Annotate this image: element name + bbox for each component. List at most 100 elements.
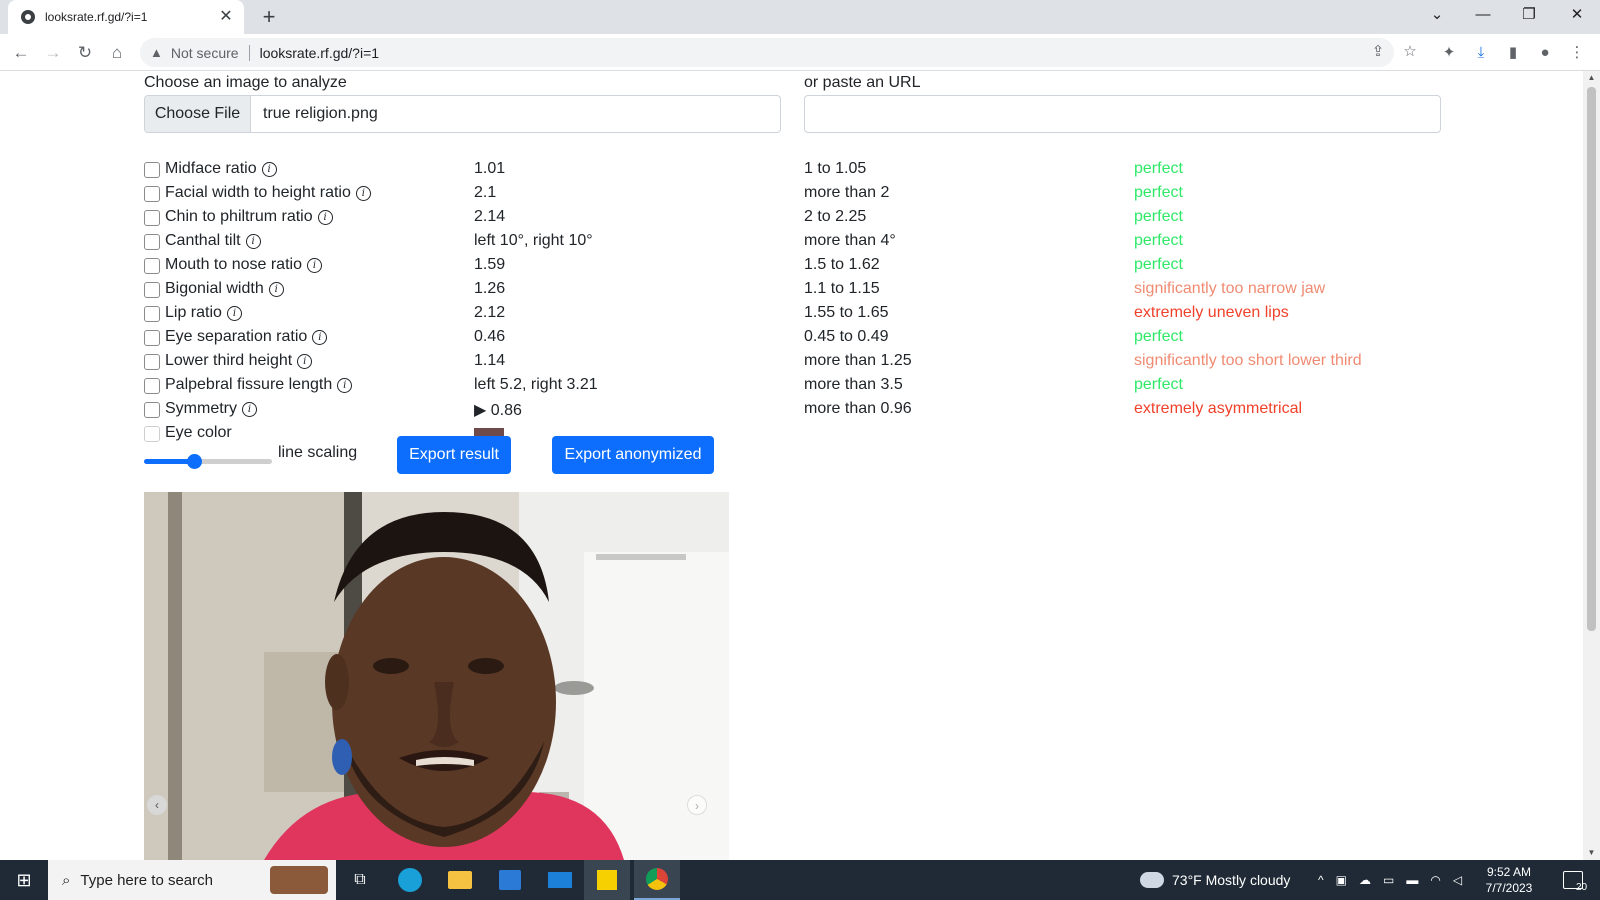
metric-name: Canthal tilt i: [165, 232, 261, 250]
meet-now-icon[interactable]: ▣: [1336, 873, 1347, 887]
info-icon[interactable]: i: [242, 401, 257, 417]
microsoft-store-icon[interactable]: [490, 860, 530, 900]
info-icon[interactable]: i: [317, 209, 333, 225]
metric-checkbox[interactable]: [144, 354, 160, 370]
info-icon[interactable]: i: [337, 377, 353, 393]
notification-count: 20: [1576, 882, 1588, 893]
taskbar-search[interactable]: ⌕ Type here to search: [48, 860, 336, 900]
onedrive-icon[interactable]: ☁: [1359, 873, 1371, 887]
carousel-prev-button[interactable]: ‹: [147, 795, 167, 815]
metric-checkbox[interactable]: [144, 162, 160, 178]
metric-name: Eye color: [165, 424, 232, 441]
scrollbar-thumb[interactable]: [1587, 87, 1596, 631]
metric-verdict: perfect: [1134, 376, 1183, 393]
metric-value: 1.14: [474, 352, 506, 369]
choose-file-button[interactable]: Choose File: [145, 96, 251, 132]
chrome-icon[interactable]: [634, 860, 680, 900]
restore-button[interactable]: ❐: [1506, 0, 1552, 30]
reload-icon[interactable]: ↻: [72, 40, 98, 66]
tab-close-icon[interactable]: ✕: [218, 9, 234, 25]
metric-ideal-range: 2 to 2.25: [804, 208, 867, 225]
sticky-notes-icon[interactable]: [584, 860, 630, 900]
task-view-icon[interactable]: ⧉: [340, 860, 380, 900]
scroll-down-arrow-icon[interactable]: ▼: [1583, 846, 1600, 860]
share-icon[interactable]: ⇪: [1367, 40, 1389, 64]
slider-handle[interactable]: [186, 454, 202, 469]
info-icon[interactable]: i: [245, 233, 261, 249]
info-icon[interactable]: i: [312, 329, 328, 345]
file-input[interactable]: Choose File true religion.png: [144, 95, 781, 133]
metric-checkbox[interactable]: [144, 402, 160, 418]
metric-row: Canthal tilt i left 10°, right 10° more t…: [144, 230, 1444, 254]
metric-checkbox[interactable]: [144, 258, 160, 274]
url-input[interactable]: [804, 95, 1441, 133]
back-icon[interactable]: ←: [8, 40, 34, 66]
weather-widget[interactable]: 73°F Mostly cloudy: [1140, 860, 1290, 900]
metric-value: 1.26: [474, 280, 506, 297]
file-explorer-icon[interactable]: [440, 860, 480, 900]
browser-tab[interactable]: looksrate.rf.gd/?i=1 ✕: [8, 0, 244, 34]
windows-start-icon[interactable]: ⊞: [0, 860, 48, 900]
metric-checkbox[interactable]: [144, 306, 160, 322]
metric-verdict: perfect: [1134, 208, 1183, 225]
scroll-up-arrow-icon[interactable]: ▲: [1583, 71, 1600, 85]
export-anonymized-button[interactable]: Export anonymized: [552, 436, 714, 474]
symmetry-disclosure[interactable]: ▶ 0.86: [474, 400, 522, 420]
export-result-button[interactable]: Export result: [397, 436, 511, 474]
info-icon[interactable]: i: [226, 305, 242, 321]
bookmark-star-icon[interactable]: ☆: [1399, 40, 1421, 64]
metric-ideal-range: 1.1 to 1.15: [804, 280, 880, 297]
metric-checkbox[interactable]: [144, 330, 160, 346]
not-secure-label[interactable]: Not secure: [171, 45, 239, 61]
carousel-next-button[interactable]: ›: [687, 795, 707, 815]
edge-icon[interactable]: [390, 860, 430, 900]
metric-verdict: extremely uneven lips: [1134, 304, 1289, 321]
battery-icon[interactable]: ▬: [1406, 873, 1418, 887]
metric-name: Symmetry i: [165, 400, 257, 418]
metric-checkbox[interactable]: [144, 210, 160, 226]
mail-icon[interactable]: [540, 860, 580, 900]
face-photo-illustration: [144, 492, 729, 860]
info-icon[interactable]: i: [306, 257, 322, 273]
metric-checkbox[interactable]: [144, 234, 160, 250]
close-window-button[interactable]: ✕: [1554, 0, 1600, 30]
extensions-icon[interactable]: ✦: [1436, 40, 1462, 66]
line-scaling-slider[interactable]: [144, 453, 274, 469]
search-placeholder: Type here to search: [80, 871, 213, 889]
page-scrollbar[interactable]: ▲ ▼: [1583, 71, 1600, 860]
system-tray[interactable]: ^ ▣ ☁ ▭ ▬ ◠ ◁: [1318, 860, 1462, 900]
info-icon[interactable]: i: [297, 353, 313, 369]
analyzed-photo: ‹ ›: [144, 492, 729, 860]
volume-icon[interactable]: ◁: [1453, 873, 1462, 887]
forward-icon[interactable]: →: [40, 40, 66, 66]
profile-avatar-icon[interactable]: ●: [1532, 40, 1558, 66]
download-icon[interactable]: ⤓: [1468, 40, 1494, 66]
tab-search-icon[interactable]: ⌄: [1414, 0, 1460, 30]
metric-checkbox[interactable]: [144, 282, 160, 298]
show-hidden-icons-icon[interactable]: ^: [1318, 873, 1324, 887]
metric-ideal-range: 1.5 to 1.62: [804, 256, 880, 273]
new-tab-button[interactable]: +: [256, 4, 282, 30]
menu-icon[interactable]: ⋮: [1564, 40, 1590, 66]
metric-name: Palpebral fissure length i: [165, 376, 353, 394]
metric-verdict: significantly too narrow jaw: [1134, 280, 1326, 297]
home-icon[interactable]: ⌂: [104, 40, 130, 66]
notification-center-icon[interactable]: 20: [1556, 860, 1590, 900]
minimize-button[interactable]: —: [1460, 0, 1506, 30]
metric-row: Palpebral fissure length i left 5.2, righ…: [144, 374, 1444, 398]
info-icon[interactable]: i: [268, 281, 284, 297]
side-panel-icon[interactable]: ▮: [1500, 40, 1526, 66]
clock[interactable]: 9:52 AM 7/7/2023: [1478, 860, 1540, 900]
metric-checkbox[interactable]: [144, 186, 160, 202]
url-text[interactable]: looksrate.rf.gd/?i=1: [260, 45, 379, 61]
info-icon[interactable]: i: [355, 185, 371, 201]
info-icon[interactable]: i: [261, 161, 277, 177]
address-bar[interactable]: ▲ Not secure looksrate.rf.gd/?i=1: [140, 38, 1394, 67]
display-icon[interactable]: ▭: [1383, 873, 1394, 887]
wifi-icon[interactable]: ◠: [1430, 873, 1440, 887]
metric-checkbox[interactable]: [144, 426, 160, 442]
metric-checkbox[interactable]: [144, 378, 160, 394]
metric-ideal-range: more than 2: [804, 184, 890, 201]
metric-row: Facial width to height ratio i 2.1 more t…: [144, 182, 1444, 206]
metric-value: 1.01: [474, 160, 506, 177]
